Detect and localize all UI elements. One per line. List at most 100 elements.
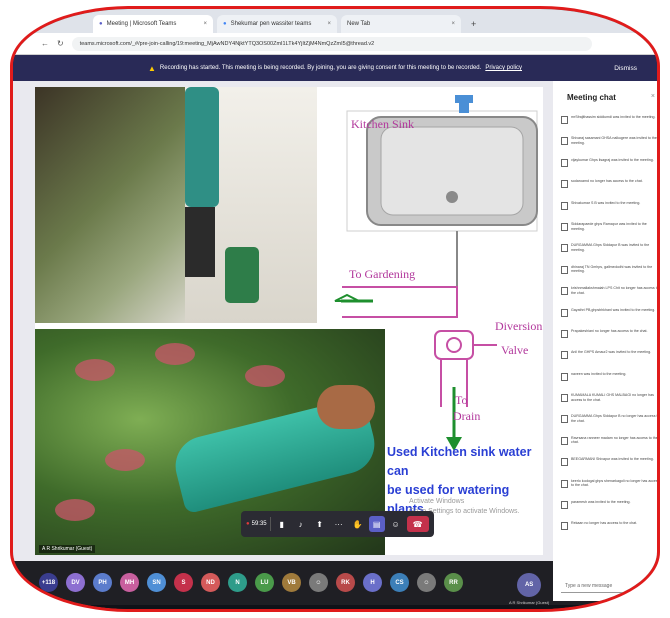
chat-message: naveen was invited to the meeting. xyxy=(561,371,657,393)
participant-avatar[interactable]: PH xyxy=(93,573,112,592)
participant-avatar[interactable]: N xyxy=(228,573,247,592)
leaf xyxy=(105,449,145,471)
label-kitchen-sink: Kitchen Sink xyxy=(351,117,414,131)
label-to: To xyxy=(455,393,468,407)
user-added-icon xyxy=(561,244,568,253)
chat-message-input[interactable]: Type a new message xyxy=(561,579,657,593)
participant-avatar[interactable]: LU xyxy=(255,573,274,592)
chat-message: krishnmallakshmaiah LPS Chit no longer h… xyxy=(561,286,657,307)
raise-hand-icon[interactable]: ✋ xyxy=(350,516,366,532)
url-field[interactable]: teams.microsoft.com/_#/pre-join-calling/… xyxy=(71,36,592,51)
tab-label: Shekumar pen wassiter teams xyxy=(230,21,312,27)
participant-avatar[interactable]: VB xyxy=(282,573,301,592)
user-added-icon xyxy=(561,415,568,424)
chat-message-text: keerlo kodogal ghps shenarkagoli no long… xyxy=(571,478,660,488)
chat-message: KUMAMALA KUMALI GHS MALBAGI no longer ha… xyxy=(561,393,657,414)
user-added-icon xyxy=(561,479,568,488)
chat-message-text: Ravrsana ranneer madam no longer has acc… xyxy=(571,435,658,445)
leaf xyxy=(245,365,285,387)
more-icon[interactable]: ··· xyxy=(331,516,347,532)
record-timer: 59:35 xyxy=(251,521,267,527)
user-added-icon xyxy=(561,287,568,296)
chat-message-text: KUMAMALA KUMALI GHS MALBAGI no longer ha… xyxy=(571,393,654,402)
user-added-icon xyxy=(561,308,568,317)
chat-message: Rekaan no longer has access to the chat. xyxy=(561,521,657,542)
chat-message: BEEGARMANI Shivapur was invited to the m… xyxy=(561,457,657,478)
chat-message-text: Shivaraj sasamani GHSA nalkugere was inv… xyxy=(571,136,657,145)
tab-second[interactable]: ● Shekumar pen wassiter teams × xyxy=(217,15,337,33)
participants-icon[interactable]: ☺ xyxy=(388,516,404,532)
chat-message: DURGAMMA Ghps Siddapur B was invited to … xyxy=(561,243,657,264)
address-bar: ← ↻ teams.microsoft.com/_#/pre-join-call… xyxy=(13,33,657,55)
chat-message-text: sodaroamd no longer has access to the ch… xyxy=(571,179,643,184)
chat-message: dhinaraj TN Gmhps, gallmedodhi was invit… xyxy=(561,264,657,286)
chat-message-text: paramesh was invited to the meeting. xyxy=(571,500,631,505)
participant-avatar[interactable]: MH xyxy=(120,573,139,592)
self-avatar: AS xyxy=(517,573,542,597)
tab-label: Meeting | Microsoft Teams xyxy=(106,21,177,27)
chat-message: paramesh was invited to the meeting. xyxy=(561,500,657,521)
chat-message: mrSfrajithassim siddiumdi was invited to… xyxy=(561,115,657,136)
chat-message: DURGAMMA Ghps Siddapur B no longer has a… xyxy=(561,414,657,435)
chat-message: vijaykumar Ghps ilsagraj was invited to … xyxy=(561,158,657,179)
leave-icon[interactable]: ☎ xyxy=(406,516,429,532)
recording-text: Recording has started. This meeting is b… xyxy=(159,65,482,71)
user-added-icon xyxy=(561,458,568,467)
dismiss-button[interactable]: Dismiss xyxy=(614,65,637,72)
chat-message-list: mrSfrajithassim siddiumdi was invited to… xyxy=(561,115,660,543)
chat-message: Prapakeshiani no longer has access to th… xyxy=(561,329,657,350)
participant-avatar-placeholder[interactable]: ☺ xyxy=(309,573,328,592)
close-icon[interactable]: × xyxy=(451,21,455,27)
participant-avatar[interactable]: S xyxy=(174,573,193,592)
close-icon[interactable]: × xyxy=(651,93,655,100)
participant-avatar[interactable]: DV xyxy=(66,573,85,592)
watering-can xyxy=(225,247,259,303)
chat-message-text: dhinaraj TN Gmhps, gallmedodhi was invit… xyxy=(571,264,653,274)
caption-line-1: Used Kitchen sink water can xyxy=(387,445,532,478)
user-added-icon xyxy=(561,222,568,231)
user-added-icon xyxy=(561,372,568,381)
chat-icon[interactable]: ▤ xyxy=(368,516,385,532)
leaf xyxy=(75,359,115,381)
participant-avatar[interactable]: H xyxy=(363,573,382,592)
tab-new[interactable]: New Tab × xyxy=(341,15,461,33)
chat-message-text: Gayathri PB,ghpsbhkhanl was invited to t… xyxy=(571,307,656,312)
self-view: AS A R Shrikumar (Guest) xyxy=(509,573,549,605)
participant-avatar[interactable]: RR xyxy=(444,573,463,592)
activate-line-1: Activate Windows xyxy=(409,498,465,505)
reload-icon[interactable]: ↻ xyxy=(57,39,64,48)
back-icon[interactable]: ← xyxy=(41,39,49,48)
recording-banner: ▲ Recording has started. This meeting is… xyxy=(13,55,657,81)
participant-avatar[interactable]: ND xyxy=(201,573,220,592)
divider xyxy=(269,517,271,531)
chat-message: keerlo kodogal ghps shenarkagoli no long… xyxy=(561,478,660,500)
chat-message-text: naveen was invited to the meeting. xyxy=(571,371,627,376)
label-diversion: Diversion xyxy=(495,319,543,333)
share-icon[interactable]: ⬆ xyxy=(312,516,328,532)
user-added-icon xyxy=(561,501,568,510)
participant-avatar[interactable]: RK xyxy=(336,573,355,592)
tap-icon xyxy=(455,95,473,113)
chat-message-text: mrSfrajithassim siddiumdi was invited to… xyxy=(571,115,656,119)
tab-label: New Tab xyxy=(347,21,371,27)
label-valve: Valve xyxy=(501,343,529,357)
tab-teams-meeting[interactable]: ● Meeting | Microsoft Teams × xyxy=(93,15,213,33)
chat-message-text: Anil the GHPS Amaur2 was invited to the … xyxy=(571,350,652,355)
participant-avatar-placeholder[interactable]: ☺ xyxy=(417,573,436,592)
privacy-policy-link[interactable]: Privacy policy xyxy=(485,65,522,71)
chat-message: Ravrsana ranneer madam no longer has acc… xyxy=(561,435,658,457)
mic-icon[interactable]: ♪ xyxy=(293,516,309,532)
chat-message-text: BEEGARMANI Shivapur was invited to the m… xyxy=(571,457,654,462)
new-tab-button[interactable]: + xyxy=(465,19,482,33)
tab-favicon-icon: ● xyxy=(223,21,227,27)
person xyxy=(185,87,219,207)
close-icon[interactable]: × xyxy=(327,21,331,27)
participant-avatar[interactable]: +118 xyxy=(39,573,58,592)
meeting-chat-panel: Meeting chat × mrSfrajithassim siddiumdi… xyxy=(553,81,660,601)
garden-photo-top xyxy=(35,87,317,323)
participant-avatar[interactable]: CS xyxy=(390,573,409,592)
record-icon: ● 59:35 xyxy=(246,521,267,527)
close-icon[interactable]: × xyxy=(203,21,207,27)
participant-avatar[interactable]: SN xyxy=(147,573,166,592)
camera-icon[interactable]: ▮ xyxy=(274,516,290,532)
